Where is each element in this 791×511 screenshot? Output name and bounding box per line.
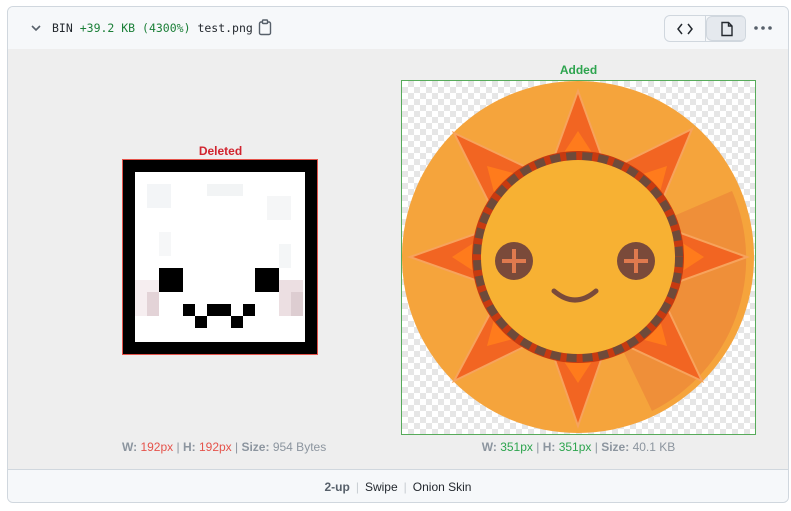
- deleted-width-value: 192px: [140, 440, 174, 454]
- deleted-size-label: Size:: [241, 440, 270, 454]
- chevron-down-icon[interactable]: [31, 23, 41, 33]
- view-mode-swipe[interactable]: Swipe: [359, 480, 404, 494]
- added-size-value: 40.1 KB: [632, 440, 676, 454]
- file-header: BIN +39.2 KB (4300%) test.png: [8, 7, 788, 50]
- file-name[interactable]: test.png: [197, 21, 252, 35]
- view-mode-bar: 2-up | Swipe | Onion Skin: [8, 464, 788, 502]
- added-image-meta: W: 351px | H: 351px | Size: 40.1 KB: [481, 440, 676, 454]
- code-icon: [677, 23, 693, 34]
- added-image-frame: [401, 80, 756, 435]
- added-width-label: W:: [481, 440, 497, 454]
- view-mode-2up[interactable]: 2-up: [319, 480, 356, 494]
- size-change: +39.2 KB (4300%): [79, 21, 191, 35]
- view-mode-tabs: 2-up | Swipe | Onion Skin: [8, 480, 788, 494]
- bin-label: BIN: [52, 21, 73, 35]
- deleted-height-value: 192px: [198, 440, 232, 454]
- rich-view-button[interactable]: [706, 16, 745, 41]
- deleted-height-label: H:: [182, 440, 196, 454]
- view-toggle-group: [664, 15, 746, 42]
- added-height-label: H:: [542, 440, 556, 454]
- kebab-horizontal-icon[interactable]: [752, 19, 774, 37]
- active-mode-caret: [338, 464, 348, 469]
- added-label: Added: [559, 63, 598, 77]
- view-mode-onion-skin[interactable]: Onion Skin: [407, 480, 478, 494]
- source-view-button[interactable]: [665, 16, 706, 41]
- file-diff-container: BIN +39.2 KB (4300%) test.png Deleted W:…: [7, 6, 789, 503]
- deleted-width-label: W:: [122, 440, 138, 454]
- file-info: BIN +39.2 KB (4300%) test.png: [52, 20, 253, 36]
- added-height-value: 351px: [558, 440, 592, 454]
- file-icon: [720, 21, 733, 36]
- clipboard-icon[interactable]: [258, 19, 272, 36]
- deleted-size-value: 954 Bytes: [272, 440, 327, 454]
- added-size-label: Size:: [601, 440, 630, 454]
- deleted-image: [123, 160, 317, 354]
- added-width-value: 351px: [500, 440, 533, 454]
- added-image: [402, 81, 754, 433]
- image-diff-view: Deleted W: 192px | H: 192px | Size: 954 …: [8, 49, 788, 469]
- deleted-label: Deleted: [198, 144, 243, 158]
- deleted-image-meta: W: 192px | H: 192px | Size: 954 Bytes: [122, 440, 327, 454]
- deleted-image-frame: [122, 159, 318, 355]
